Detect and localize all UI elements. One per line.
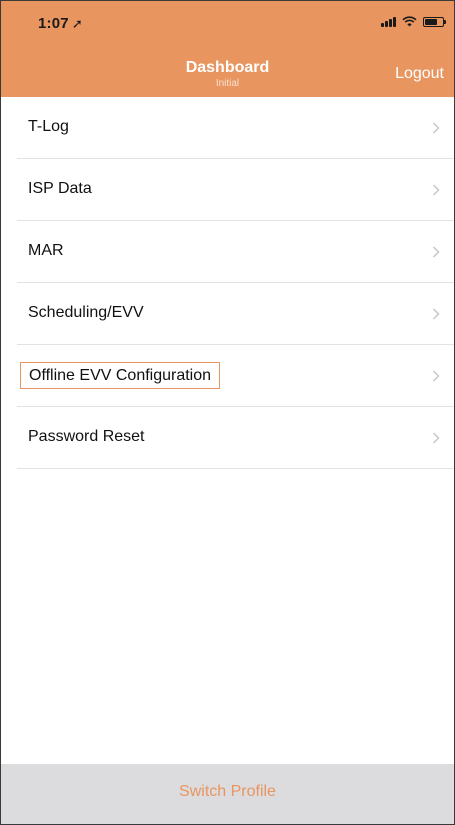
menu-item-label: ISP Data	[28, 180, 92, 197]
menu-item-label: MAR	[28, 242, 64, 259]
menu-item-isp-data[interactable]: ISP Data	[1, 159, 454, 221]
status-time: 1:07 ➚	[38, 15, 83, 32]
chevron-right-icon	[432, 370, 440, 382]
logout-button[interactable]: Logout	[395, 65, 444, 83]
menu-list: T-Log ISP Data MAR Scheduling/EVV Offlin…	[1, 97, 454, 469]
chevron-right-icon	[432, 308, 440, 320]
chevron-right-icon	[432, 432, 440, 444]
battery-icon	[423, 16, 446, 27]
location-arrow-icon: ➚	[71, 16, 83, 31]
status-bar: 1:07 ➚	[1, 1, 454, 45]
menu-item-t-log[interactable]: T-Log	[1, 97, 454, 159]
nav-bar: Dashboard Initial Logout	[1, 45, 454, 97]
bottom-bar: Switch Profile	[1, 764, 454, 824]
switch-profile-button[interactable]: Switch Profile	[1, 783, 454, 801]
phone-screen: 1:07 ➚ Dashboard Initial Logout T-Log ISP…	[0, 0, 455, 825]
chevron-right-icon	[432, 246, 440, 258]
page-title: Dashboard	[185, 59, 270, 76]
menu-item-label: Scheduling/EVV	[28, 304, 144, 321]
menu-item-scheduling-evv[interactable]: Scheduling/EVV	[1, 283, 454, 345]
menu-item-password-reset[interactable]: Password Reset	[1, 407, 454, 469]
menu-item-label: T-Log	[28, 118, 69, 135]
status-icons	[381, 16, 446, 27]
menu-item-label: Password Reset	[28, 428, 145, 445]
chevron-right-icon	[432, 122, 440, 134]
page-subtitle: Initial	[215, 78, 240, 89]
status-time-text: 1:07	[38, 15, 69, 32]
wifi-icon	[402, 16, 417, 27]
chevron-right-icon	[432, 184, 440, 196]
menu-item-label-highlighted: Offline EVV Configuration	[20, 362, 221, 389]
menu-item-offline-evv-configuration[interactable]: Offline EVV Configuration	[1, 345, 454, 407]
signal-icon	[381, 16, 396, 27]
menu-item-mar[interactable]: MAR	[1, 221, 454, 283]
